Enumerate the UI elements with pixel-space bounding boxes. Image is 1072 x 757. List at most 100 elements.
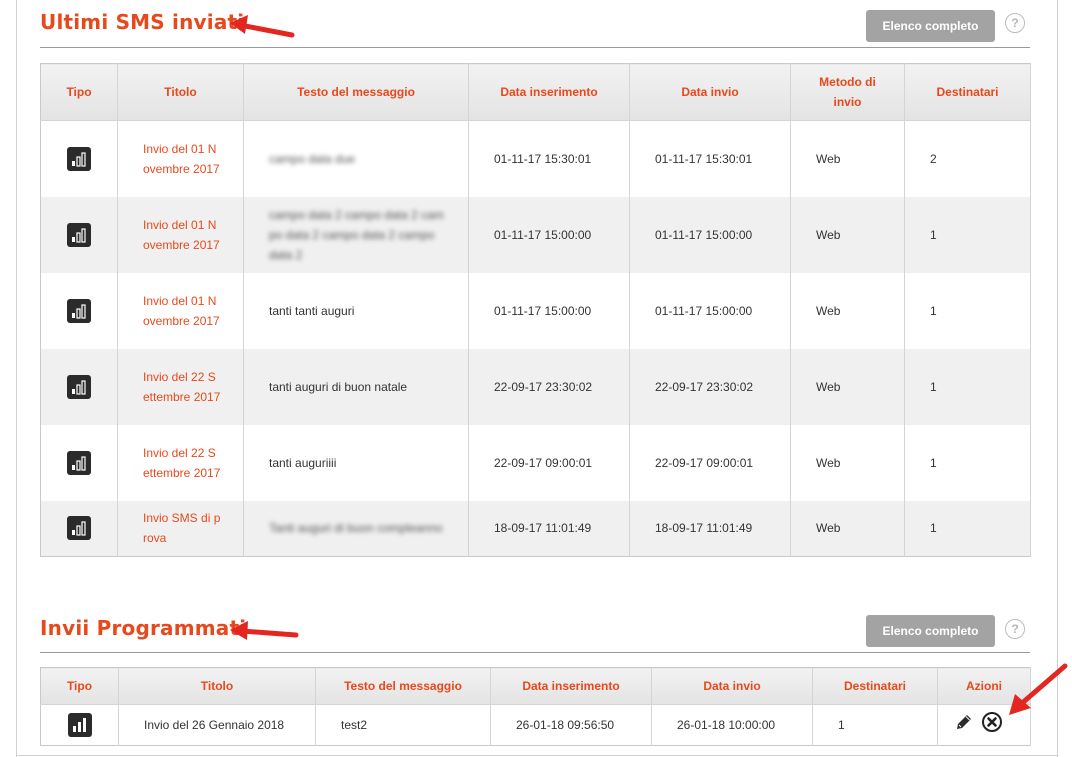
titolo-link[interactable]: Invio del 01 Novembre 2017 [117,196,244,273]
data-invio-cell: 26-01-18 10:00:00 [651,704,813,746]
table-header-row: Tipo Titolo Testo del messaggio Data ins… [40,667,1031,705]
testo-text-blurred: campo data 2 campo data 2 campo data 2 c… [269,207,444,262]
destinatari-cell: 1 [904,348,1031,425]
destinatari-cell: 1 [812,704,938,746]
sent-sms-table: Tipo Titolo Testo del messaggio Data ins… [40,63,1031,557]
chart-icon [67,374,91,399]
metodo-cell: Web [790,272,905,349]
table-row[interactable]: Invio del 01 Novembre 2017 campo data du… [40,120,1031,197]
chart-icon [67,450,91,475]
data-invio-cell: 18-09-17 11:01:49 [629,500,791,557]
table-row[interactable]: Invio del 22 Settembre 2017 tanti auguri… [40,424,1031,501]
tipo-cell [40,424,118,501]
chart-icon [67,516,91,541]
destinatari-cell: 1 [904,272,1031,349]
section-divider [40,652,1030,653]
metodo-cell: Web [790,348,905,425]
testo-text-blurred: Tanti auguri di buon compleanno [269,521,443,536]
help-icon[interactable]: ? [1005,13,1025,33]
column-header-titolo[interactable]: Titolo [118,667,316,705]
data-inserimento-cell: 01-11-17 15:00:00 [468,272,630,349]
testo-cell: campo data 2 campo data 2 campo data 2 c… [243,196,469,273]
table-header-row: Tipo Titolo Testo del messaggio Data ins… [40,63,1031,121]
tipo-cell [40,196,118,273]
data-inserimento-cell: 22-09-17 23:30:02 [468,348,630,425]
table-row[interactable]: Invio SMS di prova Tanti auguri di buon … [40,500,1031,557]
elenco-completo-button[interactable]: Elenco completo [866,10,995,42]
data-inserimento-cell: 01-11-17 15:00:00 [468,196,630,273]
tipo-cell [40,348,118,425]
chart-icon [67,713,92,737]
tipo-cell [40,120,118,197]
data-invio-cell: 01-11-17 15:00:00 [629,272,791,349]
column-header-data-inserimento[interactable]: Data inserimento [490,667,652,705]
section-title-ultimi-sms: Ultimi SMS inviati [40,10,245,34]
data-inserimento-cell: 01-11-17 15:30:01 [468,120,630,197]
titolo-cell: Invio del 26 Gennaio 2018 [118,704,316,746]
column-header-data-invio[interactable]: Data invio [651,667,813,705]
column-header-testo[interactable]: Testo del messaggio [315,667,491,705]
column-header-destinatari[interactable]: Destinatari [812,667,938,705]
table-row[interactable]: Invio del 01 Novembre 2017 campo data 2 … [40,196,1031,273]
titolo-text[interactable]: Invio del 01 Novembre 2017 [143,291,221,331]
column-header-data-invio[interactable]: Data invio [629,63,791,121]
titolo-link[interactable]: Invio SMS di prova [117,500,244,557]
metodo-cell: Web [790,120,905,197]
destinatari-cell: 1 [904,500,1031,557]
destinatari-cell: 2 [904,120,1031,197]
chart-icon [67,298,91,323]
titolo-text[interactable]: Invio del 22 Settembre 2017 [143,367,221,407]
titolo-text[interactable]: Invio SMS di prova [143,508,221,548]
metodo-cell: Web [790,424,905,501]
testo-cell: campo data due [243,120,469,197]
column-header-testo[interactable]: Testo del messaggio [243,63,469,121]
table-row[interactable]: Invio del 22 Settembre 2017 tanti auguri… [40,348,1031,425]
edit-icon[interactable] [954,712,974,738]
testo-text-blurred: campo data due [269,151,356,166]
data-invio-cell: 01-11-17 15:00:00 [629,196,791,273]
help-icon[interactable]: ? [1005,619,1025,639]
column-header-titolo[interactable]: Titolo [117,63,244,121]
column-header-data-inserimento[interactable]: Data inserimento [468,63,630,121]
titolo-link[interactable]: Invio del 22 Settembre 2017 [117,424,244,501]
data-inserimento-cell: 26-01-18 09:56:50 [490,704,652,746]
testo-cell: tanti auguriiii [243,424,469,501]
destinatari-cell: 1 [904,424,1031,501]
annotation-arrow-icon [230,621,299,640]
section-divider [40,47,1030,48]
tipo-cell [40,500,118,557]
content-frame-bottom [16,755,1058,756]
titolo-link[interactable]: Invio del 22 Settembre 2017 [117,348,244,425]
annotation-arrow-icon [230,15,295,38]
metodo-cell: Web [790,196,905,273]
data-invio-cell: 01-11-17 15:30:01 [629,120,791,197]
content-frame-right [1057,0,1058,757]
annotation-arrow-icon [1009,663,1068,715]
testo-cell: tanti auguri di buon natale [243,348,469,425]
titolo-text[interactable]: Invio del 01 Novembre 2017 [143,215,221,255]
data-invio-cell: 22-09-17 09:00:01 [629,424,791,501]
column-header-metodo[interactable]: Metodo di invio [790,63,905,121]
titolo-link[interactable]: Invio del 01 Novembre 2017 [117,120,244,197]
chart-icon [67,146,91,171]
column-header-destinatari[interactable]: Destinatari [904,63,1031,121]
elenco-completo-button[interactable]: Elenco completo [866,615,995,647]
testo-cell: Tanti auguri di buon compleanno [243,500,469,557]
data-inserimento-cell: 18-09-17 11:01:49 [468,500,630,557]
titolo-link[interactable]: Invio del 01 Novembre 2017 [117,272,244,349]
content-frame-left [16,0,17,757]
tipo-cell [40,704,119,746]
chart-icon [67,222,91,247]
titolo-text[interactable]: Invio del 01 Novembre 2017 [143,139,221,179]
delete-icon[interactable] [981,711,1003,739]
tipo-cell [40,272,118,349]
column-header-tipo[interactable]: Tipo [40,63,118,121]
data-inserimento-cell: 22-09-17 09:00:01 [468,424,630,501]
testo-cell: tanti tanti auguri [243,272,469,349]
section-title-invii-programmati: Invii Programmati [40,616,247,640]
titolo-text[interactable]: Invio del 22 Settembre 2017 [143,443,221,483]
column-header-tipo[interactable]: Tipo [40,667,119,705]
table-row[interactable]: Invio del 01 Novembre 2017 tanti tanti a… [40,272,1031,349]
table-row[interactable]: Invio del 26 Gennaio 2018 test2 26-01-18… [40,704,1031,746]
column-header-metodo-label: Metodo di invio [819,75,876,109]
